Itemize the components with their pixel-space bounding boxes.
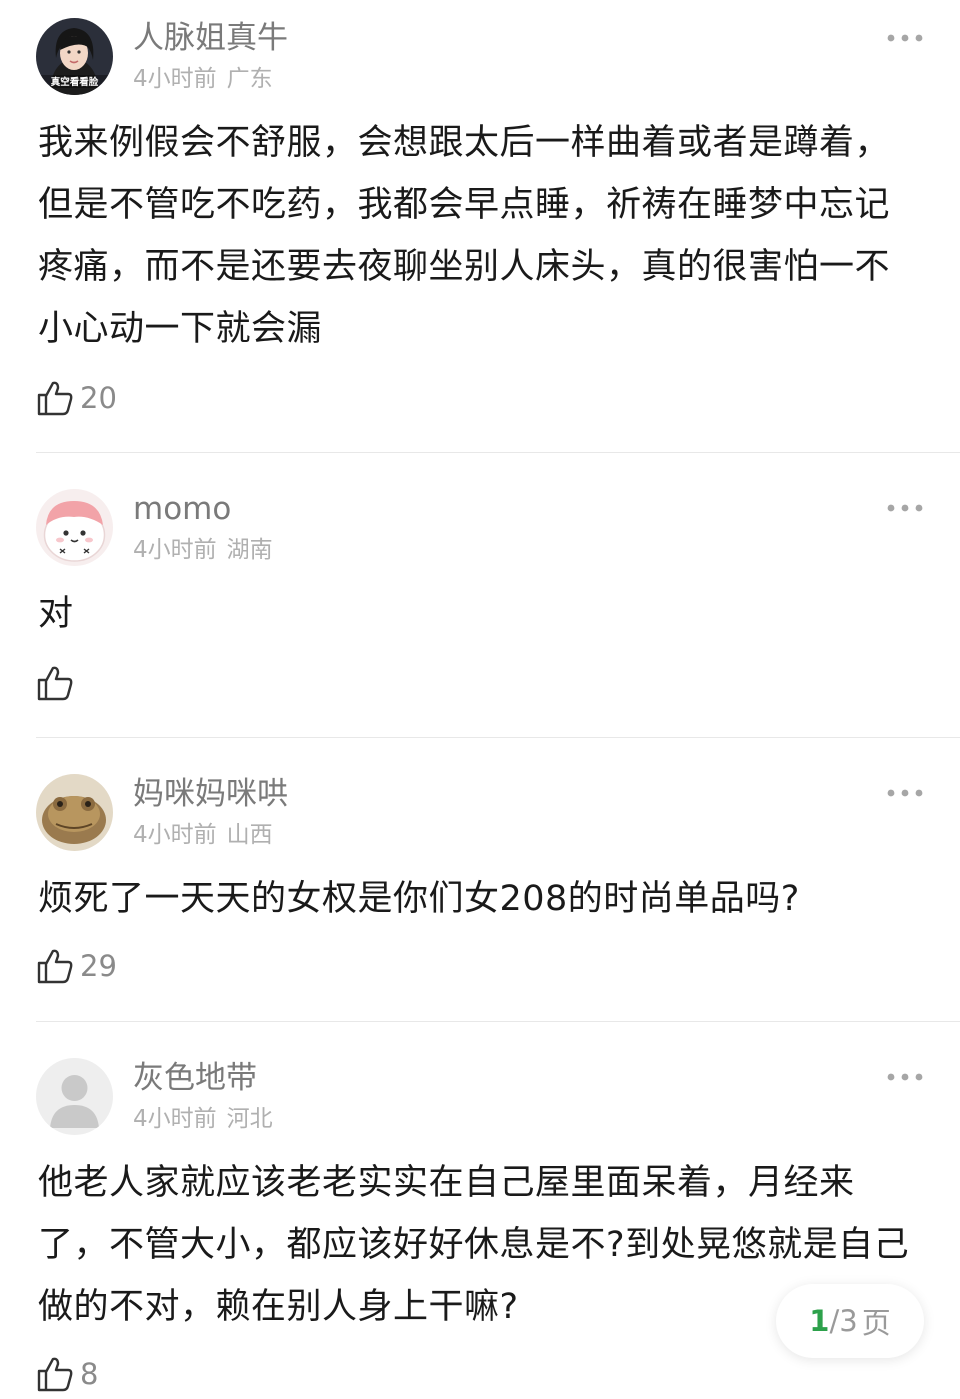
page-unit: 页 (861, 1306, 891, 1340)
more-dots-icon (887, 34, 923, 42)
more-dots-icon (887, 1073, 923, 1081)
like-count: 8 (80, 1357, 99, 1391)
comment-meta: 4小时前 广东 (133, 64, 273, 94)
comment-item: 妈咪妈咪哄 4小时前 山西 烦死了一天天的女权是你们女208的时尚单品吗? 29 (0, 738, 960, 1021)
comment-location: 河北 (226, 1106, 273, 1132)
like-count: 29 (80, 949, 117, 983)
more-options-button[interactable] (884, 785, 926, 801)
comment-location: 广东 (226, 66, 273, 92)
page-indicator[interactable]: 1/3 页 (776, 1284, 924, 1358)
user-avatar[interactable] (36, 774, 113, 851)
default-user-avatar-icon (36, 1058, 113, 1135)
comment-time: 4小时前 (133, 66, 217, 92)
comment-text: 我来例假会不舒服，会想跟太后一样曲着或者是蹲着，但是不管吃不吃药，我都会早点睡，… (38, 123, 891, 349)
current-page: 1 (809, 1304, 830, 1338)
comment-meta: 4小时前 山西 (133, 820, 273, 850)
thumbs-up-icon (37, 666, 73, 701)
comment-meta: 4小时前 河北 (133, 1104, 273, 1134)
like-button[interactable] (36, 663, 80, 703)
comment-time: 4小时前 (133, 1106, 217, 1132)
comment-location: 山西 (226, 822, 273, 848)
username[interactable]: 灰色地带 (133, 1058, 257, 1098)
comment-time: 4小时前 (133, 822, 217, 848)
username[interactable]: 人脉姐真牛 (133, 18, 288, 58)
comment-item: momo 4小时前 湖南 对 (0, 453, 960, 737)
comment-meta: 4小时前 湖南 (133, 535, 273, 565)
page-separator: / (829, 1304, 840, 1338)
comment-time: 4小时前 (133, 537, 217, 563)
comment-location: 湖南 (226, 537, 273, 563)
thumbs-up-icon (37, 1357, 73, 1392)
woman-portrait-avatar-icon: 真空看看脸 (36, 18, 113, 95)
username[interactable]: 妈咪妈咪哄 (133, 774, 288, 814)
like-count: 20 (80, 381, 117, 415)
comment-text: 对 (38, 594, 74, 634)
more-options-button[interactable] (884, 1069, 926, 1085)
like-button[interactable]: 20 (36, 378, 117, 418)
total-pages: 3 (839, 1304, 858, 1338)
thumbs-up-icon (37, 949, 73, 984)
more-options-button[interactable] (884, 30, 926, 46)
like-button[interactable]: 29 (36, 946, 117, 986)
more-options-button[interactable] (884, 500, 926, 516)
frog-photo-avatar-icon (36, 774, 113, 851)
user-avatar[interactable]: 真空看看脸 (36, 18, 113, 95)
pink-cartoon-blob-avatar-icon (36, 489, 113, 566)
username[interactable]: momo (133, 489, 231, 529)
avatar-caption: 真空看看脸 (51, 76, 99, 88)
thumbs-up-icon (37, 381, 73, 416)
like-button[interactable]: 8 (36, 1354, 98, 1394)
comment-item: 真空看看脸 人脉姐真牛 4小时前 广东 我来例假会不舒服，会想跟太后一样曲着或者是… (0, 0, 960, 452)
more-dots-icon (887, 789, 923, 797)
user-avatar[interactable] (36, 489, 113, 566)
user-avatar[interactable] (36, 1058, 113, 1135)
more-dots-icon (887, 504, 923, 512)
comment-text: 烦死了一天天的女权是你们女208的时尚单品吗? (38, 879, 800, 919)
